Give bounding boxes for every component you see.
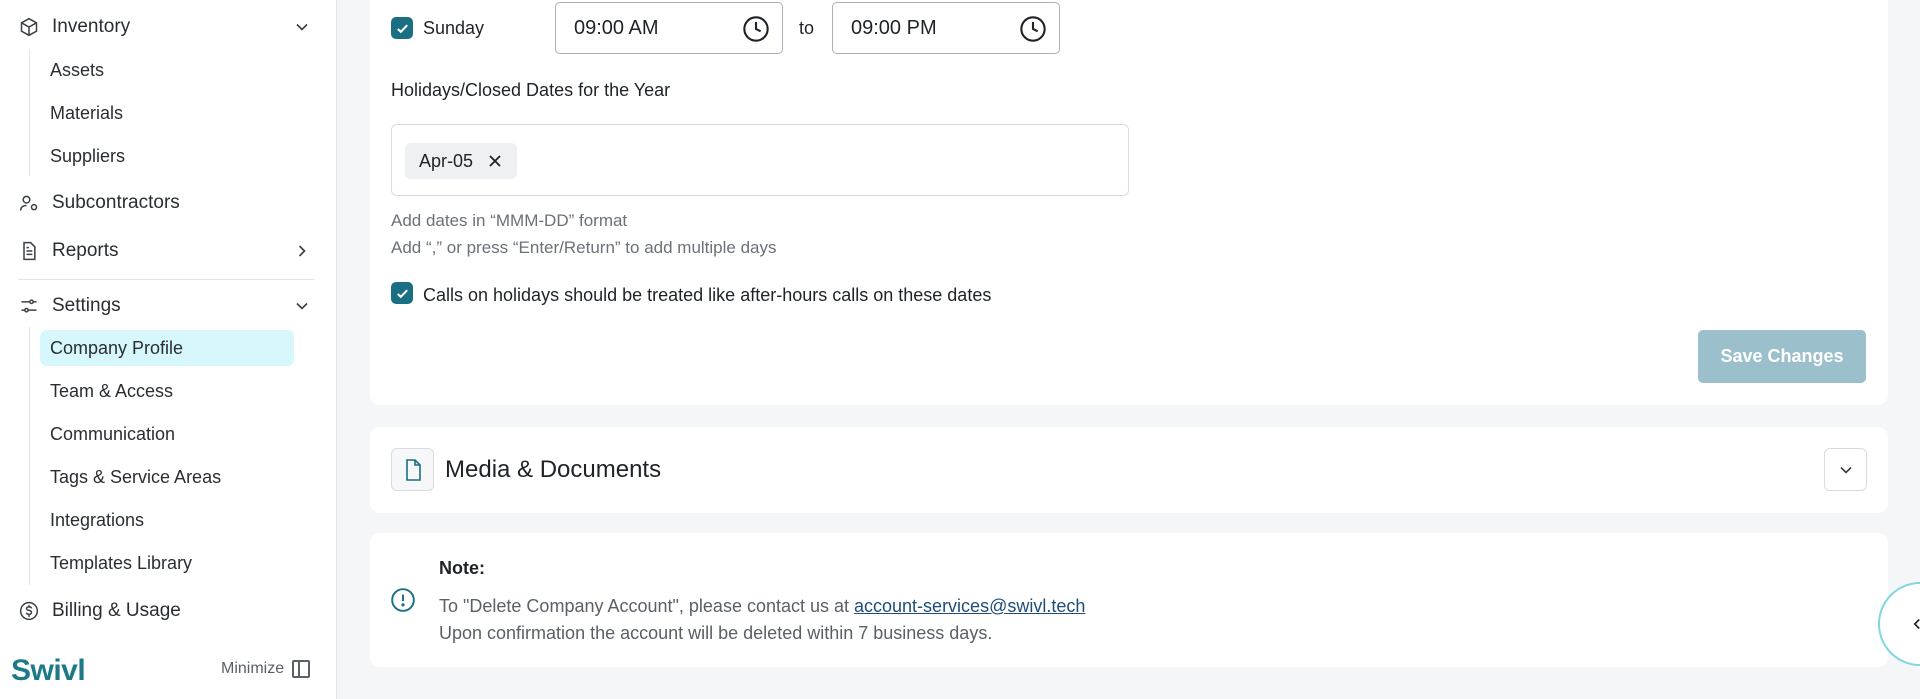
document-icon xyxy=(18,240,40,262)
media-documents-title: Media & Documents xyxy=(445,456,662,483)
sidebar-divider xyxy=(18,279,314,280)
sidebar-item-subcontractors[interactable]: Subcontractors xyxy=(18,185,318,221)
sidebar-item-materials[interactable]: Materials xyxy=(40,95,294,131)
minimize-label: Minimize xyxy=(221,660,285,677)
sidebar-item-inventory[interactable]: Inventory xyxy=(18,9,318,45)
chevron-left-icon xyxy=(1913,618,1920,630)
sidebar-item-billing[interactable]: Billing & Usage xyxy=(18,593,318,629)
expand-media-button[interactable] xyxy=(1824,448,1867,491)
submenu-rail xyxy=(29,49,30,176)
sidebar-item-assets[interactable]: Assets xyxy=(40,52,294,88)
sidebar-item-label: Materials xyxy=(50,102,124,123)
after-hours-label: Calls on holidays should be treated like… xyxy=(423,285,992,305)
sidebar-item-label: Assets xyxy=(50,59,105,80)
date-chip-label: Apr-05 xyxy=(419,150,474,171)
day-label: Sunday xyxy=(423,18,485,38)
start-time-value: 09:00 AM xyxy=(574,16,659,39)
submenu-rail xyxy=(29,327,30,585)
sidebar-item-label: Integrations xyxy=(50,509,145,530)
note-contact-text: To "Delete Company Account", please cont… xyxy=(439,596,855,616)
note-confirmation-line: Upon confirmation the account will be de… xyxy=(439,623,993,643)
brand-logo: Swivl xyxy=(11,654,86,688)
helper-text-multiple: Add “,” or press “Enter/Return” to add m… xyxy=(391,238,777,257)
document-icon-box xyxy=(391,448,434,491)
info-icon xyxy=(391,588,415,612)
document-icon xyxy=(405,458,421,481)
sidebar-item-label: Team & Access xyxy=(50,380,174,401)
chevron-down-icon xyxy=(296,23,308,31)
helper-text-format: Add dates in “MMM-DD” format xyxy=(391,211,628,230)
close-icon[interactable] xyxy=(487,153,503,169)
sidebar-item-tags-service-areas[interactable]: Tags & Service Areas xyxy=(40,459,294,495)
date-chip: Apr-05 xyxy=(405,143,518,179)
sidebar-item-label: Tags & Service Areas xyxy=(50,466,222,487)
box-icon xyxy=(18,16,40,38)
sidebar-item-integrations[interactable]: Integrations xyxy=(40,502,294,538)
check-icon xyxy=(396,289,408,298)
sliders-icon xyxy=(18,295,40,317)
sidebar-item-label: Billing & Usage xyxy=(52,600,181,621)
start-time-input[interactable]: 09:00 AM xyxy=(555,2,783,54)
sidebar-item-suppliers[interactable]: Suppliers xyxy=(40,138,294,174)
end-time-input[interactable]: 09:00 PM xyxy=(832,2,1060,54)
sidebar-item-settings[interactable]: Settings xyxy=(18,288,318,324)
check-icon xyxy=(396,24,408,33)
chevron-right-icon xyxy=(298,245,306,257)
sunday-checkbox[interactable] xyxy=(391,17,413,39)
after-hours-checkbox[interactable] xyxy=(391,282,413,304)
sidebar-item-label: Settings xyxy=(52,295,121,316)
sidebar-item-label: Templates Library xyxy=(50,552,193,573)
business-hours-card xyxy=(370,0,1888,405)
note-title: Note: xyxy=(439,558,485,578)
clock-icon[interactable] xyxy=(742,15,770,43)
sidebar-item-label: Suppliers xyxy=(50,145,126,166)
sidebar-item-templates-library[interactable]: Templates Library xyxy=(40,545,294,581)
chevron-down-icon xyxy=(1839,466,1852,474)
sidebar-item-reports[interactable]: Reports xyxy=(18,233,318,269)
clock-icon[interactable] xyxy=(1019,15,1047,43)
save-changes-button[interactable]: Save Changes xyxy=(1698,330,1866,383)
holidays-section-label: Holidays/Closed Dates for the Year xyxy=(391,80,671,100)
sidebar-item-label: Communication xyxy=(50,423,176,444)
user-gear-icon xyxy=(18,192,40,214)
note-contact-line: To "Delete Company Account", please cont… xyxy=(439,596,1085,617)
dollar-circle-icon xyxy=(18,600,40,622)
support-email-link[interactable]: account-services@swivl.tech xyxy=(854,596,1085,616)
sidebar: Inventory Assets Materials Suppliers Sub… xyxy=(0,0,337,699)
sidebar-item-label: Inventory xyxy=(52,16,131,37)
sidebar-item-label: Company Profile xyxy=(50,337,184,358)
sidebar-toggle-icon xyxy=(292,660,311,678)
end-time-value: 09:00 PM xyxy=(851,16,937,39)
minimize-button[interactable]: Minimize xyxy=(221,660,311,678)
sidebar-item-label: Subcontractors xyxy=(52,192,180,213)
sidebar-item-communication[interactable]: Communication xyxy=(40,416,294,452)
brand-name: Swivl xyxy=(11,654,86,687)
sidebar-item-label: Reports xyxy=(52,240,119,261)
holiday-dates-input[interactable]: Apr-05 xyxy=(391,124,1129,196)
to-label: to xyxy=(799,18,815,38)
chevron-down-icon xyxy=(296,302,308,310)
sidebar-item-team-access[interactable]: Team & Access xyxy=(40,373,294,409)
sidebar-item-company-profile[interactable]: Company Profile xyxy=(40,330,294,366)
